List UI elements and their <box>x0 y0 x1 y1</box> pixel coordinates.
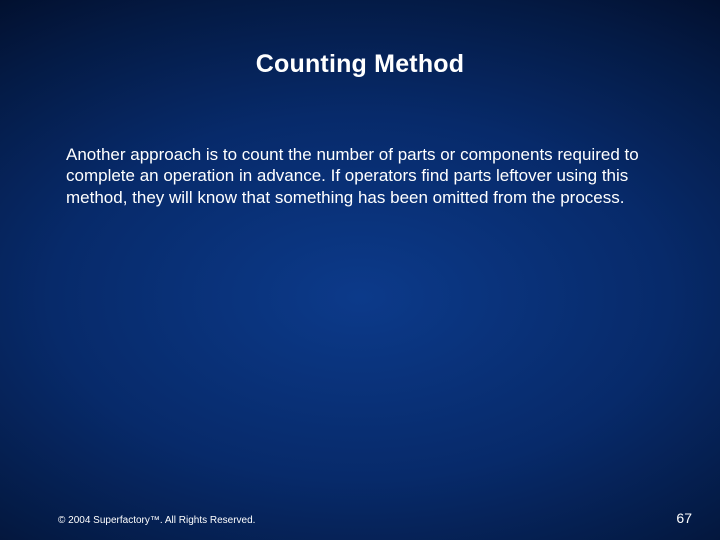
footer-copyright: © 2004 Superfactory™. All Rights Reserve… <box>58 515 255 526</box>
slide-body-text: Another approach is to count the number … <box>66 144 662 208</box>
slide-title: Counting Method <box>0 50 720 79</box>
slide: Counting Method Another approach is to c… <box>0 0 720 540</box>
footer-page-number: 67 <box>676 510 692 526</box>
